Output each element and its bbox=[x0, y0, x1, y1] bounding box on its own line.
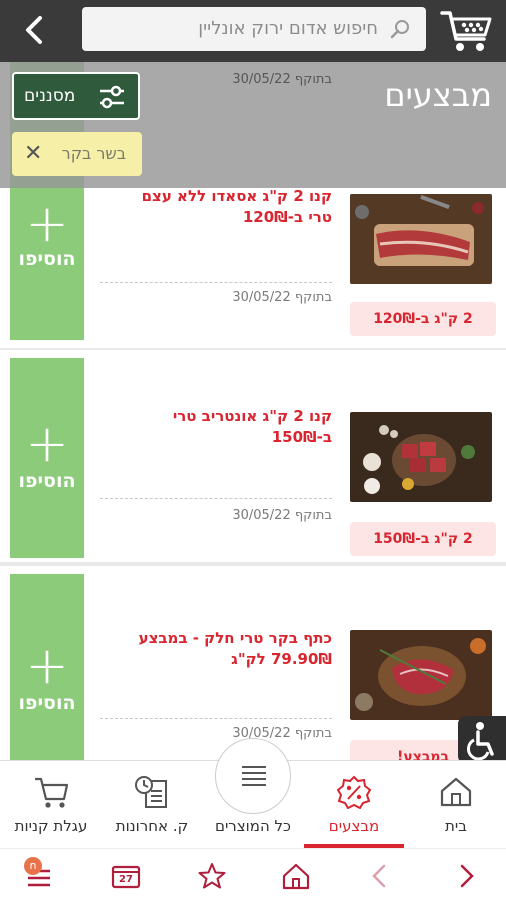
promotion-validity: בתוקף 30/05/22 bbox=[232, 508, 332, 523]
shopping-cart-icon bbox=[35, 777, 69, 808]
sliders-icon bbox=[100, 85, 124, 109]
promotion-badge: 2 ק"ג ב-120₪ bbox=[350, 302, 496, 336]
notification-badge: n bbox=[24, 857, 42, 875]
close-icon[interactable]: ✕ bbox=[24, 141, 42, 166]
nav-item-recent-purchases[interactable]: ק. אחרונות bbox=[102, 761, 202, 849]
star-icon[interactable] bbox=[196, 861, 228, 891]
list-icon bbox=[242, 766, 266, 786]
product-image[interactable] bbox=[350, 412, 492, 502]
back-arrow-icon[interactable] bbox=[14, 10, 56, 50]
calendar-day: 27 bbox=[119, 874, 133, 885]
accessibility-icon bbox=[466, 722, 494, 761]
promotion-title[interactable]: קנו 2 ק"ג אסאדו ללא עצם טרי ב-120₪ bbox=[122, 186, 332, 228]
promotion-badge: 2 ק"ג ב-150₪ bbox=[350, 522, 496, 556]
filters-label: מסננים bbox=[24, 86, 76, 106]
nav-item-deals[interactable]: מבצעים bbox=[304, 761, 404, 849]
store-cart-logo-icon[interactable] bbox=[440, 5, 494, 55]
filter-overlay: בתוקף 30/05/22 מבצעים מסננים בשר בקר ✕ bbox=[0, 62, 506, 188]
house-icon bbox=[440, 777, 472, 807]
promotion-title[interactable]: כתף בקר טרי חלק - במבצע 79.90₪ לק"ג bbox=[122, 628, 332, 670]
product-image[interactable] bbox=[350, 630, 492, 720]
home-icon[interactable] bbox=[280, 861, 312, 891]
promotion-title[interactable]: קנו 2 ק"ג אונטריב טרי ב-150₪ bbox=[122, 406, 332, 448]
promotion-card: + הוסיפו כתף בקר טרי חלק - במבצע 79.90₪ … bbox=[0, 566, 506, 760]
chevron-right-icon[interactable] bbox=[450, 861, 482, 891]
nav-item-cart[interactable]: עגלת קניות bbox=[0, 761, 102, 849]
promotion-validity: בתוקף 30/05/22 bbox=[232, 72, 332, 87]
promotion-card: + הוסיפו קנו 2 ק"ג אונטריב טרי ב-150₪ בת… bbox=[0, 350, 506, 562]
filters-button[interactable]: מסננים bbox=[12, 72, 140, 120]
system-navigation-bar: n 27 bbox=[0, 848, 506, 900]
percent-badge-icon bbox=[336, 775, 372, 809]
filter-chip-label: בשר בקר bbox=[61, 144, 126, 163]
top-header: חיפוש אדום ירוק אונליין bbox=[0, 0, 506, 62]
promotion-validity: בתוקף 30/05/22 bbox=[232, 290, 332, 305]
product-image[interactable] bbox=[350, 194, 492, 284]
all-products-circle-button[interactable] bbox=[215, 738, 291, 814]
add-to-cart-button[interactable]: + הוסיפו bbox=[10, 358, 84, 558]
search-icon bbox=[390, 20, 409, 39]
add-to-cart-button[interactable]: + הוסיפו bbox=[10, 574, 84, 760]
accessibility-button[interactable] bbox=[458, 716, 506, 764]
receipt-clock-icon bbox=[135, 776, 167, 808]
page-title: מבצעים bbox=[384, 76, 492, 114]
nav-item-home[interactable]: בית bbox=[406, 761, 506, 849]
search-input[interactable]: חיפוש אדום ירוק אונליין bbox=[82, 7, 426, 51]
calendar-icon[interactable]: 27 bbox=[110, 861, 142, 891]
chevron-left-icon[interactable] bbox=[364, 861, 396, 891]
search-placeholder: חיפוש אדום ירוק אונליין bbox=[198, 18, 378, 39]
filter-chip[interactable]: בשר בקר ✕ bbox=[12, 132, 142, 176]
